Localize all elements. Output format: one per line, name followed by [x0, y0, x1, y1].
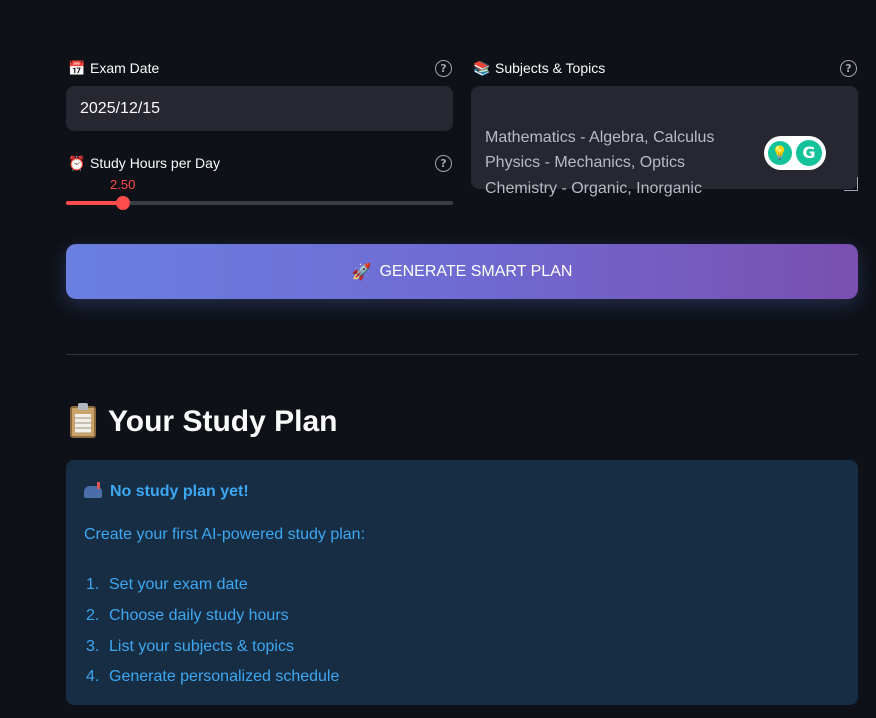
study-hours-help-icon[interactable]: ?	[435, 155, 452, 172]
slider-thumb[interactable]	[116, 196, 131, 210]
step-number: 4.	[86, 668, 100, 686]
study-hours-label-text: Study Hours per Day	[90, 155, 220, 171]
study-plan-title: Your Study Plan	[108, 405, 338, 438]
slider-fill	[66, 201, 124, 205]
step-text: List your subjects & topics	[109, 637, 294, 655]
grammarly-widget[interactable]: 💡 G	[764, 136, 826, 170]
study-plan-heading: Your Study Plan	[70, 402, 337, 442]
step-text: Generate personalized schedule	[109, 668, 340, 686]
step-number: 2.	[86, 607, 100, 625]
steps-list: 1. Set your exam date 2. Choose daily st…	[86, 570, 339, 693]
lightbulb-icon[interactable]: 💡	[768, 141, 792, 165]
generate-plan-label: GENERATE SMART PLAN	[379, 262, 573, 280]
divider	[66, 354, 858, 355]
study-hours-slider-value: 2.50	[110, 177, 136, 192]
step-number: 3.	[86, 637, 100, 655]
subjects-help-icon[interactable]: ?	[840, 60, 857, 77]
info-heading: No study plan yet!	[84, 482, 840, 502]
books-icon: 📚	[473, 59, 491, 76]
rocket-icon: 🚀	[351, 263, 372, 281]
clipboard-icon	[70, 403, 96, 438]
generate-plan-button[interactable]: 🚀 GENERATE SMART PLAN	[66, 244, 858, 299]
alarm-clock-icon: ⏰	[68, 154, 86, 171]
exam-date-label-text: Exam Date	[90, 60, 160, 76]
exam-date-label: 📅 Exam Date	[68, 58, 159, 78]
exam-date-help-icon[interactable]: ?	[435, 60, 452, 77]
info-heading-text: No study plan yet!	[110, 483, 249, 500]
list-item: 3. List your subjects & topics	[86, 631, 339, 662]
study-hours-label: ⏰ Study Hours per Day	[68, 153, 220, 173]
step-text: Set your exam date	[109, 576, 248, 594]
step-number: 1.	[86, 576, 100, 594]
step-text: Choose daily study hours	[109, 607, 289, 625]
exam-date-input[interactable]: 2025/12/15	[66, 86, 453, 131]
subjects-label-text: Subjects & Topics	[495, 60, 606, 76]
study-hours-slider[interactable]	[66, 196, 453, 210]
subjects-label: 📚 Subjects & Topics	[473, 58, 605, 78]
list-item: 2. Choose daily study hours	[86, 601, 339, 632]
mailbox-icon	[84, 482, 102, 498]
list-item: 4. Generate personalized schedule	[86, 662, 339, 693]
subjects-value: Mathematics - Algebra, Calculus Physics …	[485, 128, 715, 197]
exam-date-value: 2025/12/15	[80, 99, 161, 117]
info-intro: Create your first AI-powered study plan:	[84, 526, 366, 543]
calendar-icon: 📅	[68, 59, 86, 76]
grammarly-icon[interactable]: G	[796, 140, 822, 166]
resize-handle-icon[interactable]	[844, 177, 858, 191]
list-item: 1. Set your exam date	[86, 570, 339, 601]
app-page: 📅 Exam Date ? 2025/12/15 ⏰ Study Hours p…	[0, 0, 876, 718]
subjects-textarea[interactable]: Mathematics - Algebra, Calculus Physics …	[471, 86, 858, 197]
empty-plan-info-box: No study plan yet! Create your first AI-…	[66, 460, 858, 705]
